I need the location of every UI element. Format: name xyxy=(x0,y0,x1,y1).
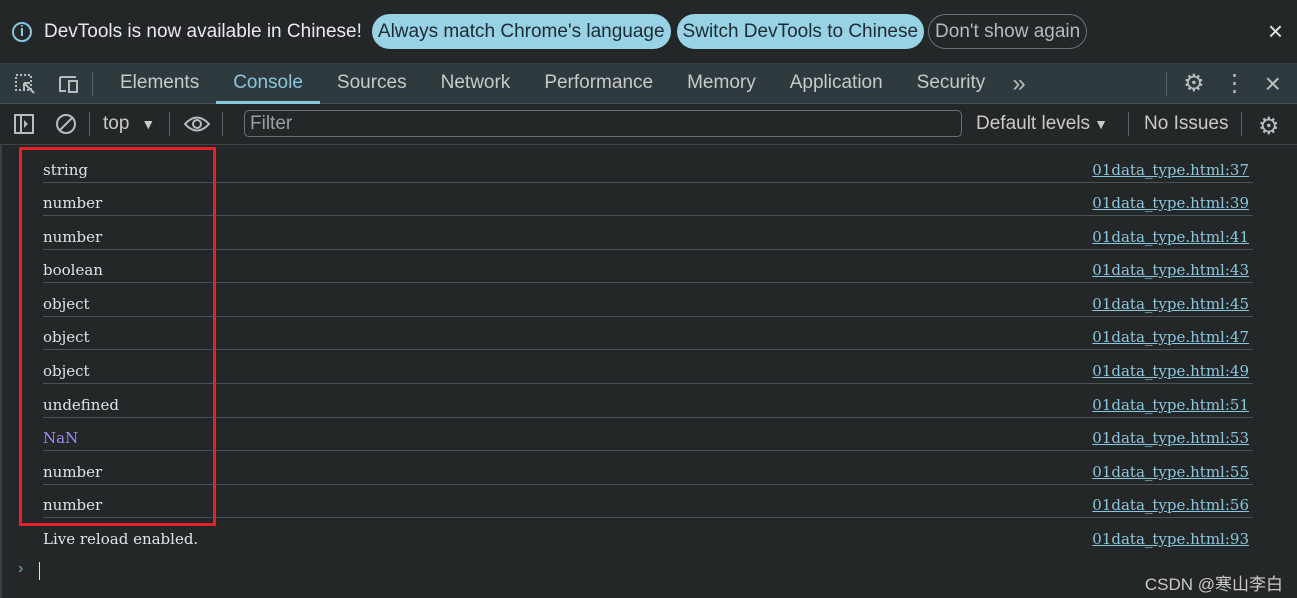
tab-sources[interactable]: Sources xyxy=(320,64,424,104)
sidebar-toggle-icon[interactable] xyxy=(13,113,35,135)
console-message-row: object 01data_type.html:47 xyxy=(43,317,1253,350)
console-message-text: number xyxy=(43,496,103,514)
console-input-caret[interactable] xyxy=(39,562,40,580)
console-message-text: Live reload enabled. xyxy=(43,530,199,548)
source-link[interactable]: 01data_type.html:45 xyxy=(1092,295,1249,313)
tab-memory[interactable]: Memory xyxy=(670,64,773,104)
watermark: CSDN @寒山李白 xyxy=(1144,575,1283,594)
source-link[interactable]: 01data_type.html:51 xyxy=(1092,396,1249,414)
console-message-text: number xyxy=(43,228,103,246)
info-icon: i xyxy=(12,21,32,42)
context-selector-value: top xyxy=(103,113,130,134)
console-message-text: object xyxy=(43,295,90,313)
console-message-row: number 01data_type.html:41 xyxy=(43,217,1253,250)
console-message-text: string xyxy=(43,161,88,179)
console-message-row: Live reload enabled. 01data_type.html:93 xyxy=(43,519,1253,552)
close-infobar-icon[interactable]: × xyxy=(1268,18,1283,44)
always-match-language-button[interactable]: Always match Chrome's language xyxy=(371,14,671,49)
console-message-text: undefined xyxy=(43,396,119,414)
divider xyxy=(169,112,171,136)
console-message-text: object xyxy=(43,362,90,380)
source-link[interactable]: 01data_type.html:49 xyxy=(1092,362,1249,380)
console-message-row: number 01data_type.html:39 xyxy=(43,183,1253,216)
tab-network[interactable]: Network xyxy=(424,64,528,104)
log-levels-dropdown[interactable]: Default levels ▼ xyxy=(976,113,1108,135)
console-message-text: number xyxy=(43,194,103,212)
divider xyxy=(92,71,93,96)
log-levels-value: Default levels xyxy=(976,113,1091,134)
infobar-message: DevTools is now available in Chinese! xyxy=(44,20,362,42)
devtools-tabbar: Elements Console Sources Network Perform… xyxy=(0,64,1297,104)
source-link[interactable]: 01data_type.html:41 xyxy=(1092,228,1249,246)
console-message-text: boolean xyxy=(43,261,103,279)
source-link[interactable]: 01data_type.html:37 xyxy=(1092,161,1249,179)
chevron-down-icon: ▼ xyxy=(141,116,156,132)
divider xyxy=(1166,71,1168,96)
console-message-row: object 01data_type.html:49 xyxy=(43,351,1253,384)
clear-console-icon[interactable] xyxy=(55,113,77,135)
source-link[interactable]: 01data_type.html:55 xyxy=(1092,463,1249,481)
divider xyxy=(89,112,90,136)
more-tabs-icon[interactable]: » xyxy=(1012,70,1025,98)
source-link[interactable]: 01data_type.html:43 xyxy=(1092,261,1249,279)
tab-elements[interactable]: Elements xyxy=(103,64,216,104)
context-selector[interactable]: top ▼ xyxy=(103,113,155,135)
console-message-row: object 01data_type.html:45 xyxy=(43,284,1253,317)
console-message-row: NaN 01data_type.html:53 xyxy=(43,418,1253,451)
live-expression-eye-icon[interactable] xyxy=(184,115,211,133)
console-message-text: number xyxy=(43,463,103,481)
console-message-row: undefined 01data_type.html:51 xyxy=(43,385,1253,418)
source-link[interactable]: 01data_type.html:47 xyxy=(1092,328,1249,346)
tab-performance[interactable]: Performance xyxy=(527,64,670,104)
settings-icon[interactable]: ⚙ xyxy=(1183,69,1205,98)
console-message-row: string 01data_type.html:37 xyxy=(43,150,1253,183)
console-toolbar: top ▼ Default levels ▼ No Issues ⚙ xyxy=(0,104,1297,145)
more-options-icon[interactable]: ⋮ xyxy=(1223,69,1247,98)
console-prompt-icon: › xyxy=(18,560,24,577)
console-settings-icon[interactable]: ⚙ xyxy=(1258,112,1280,141)
dont-show-again-button[interactable]: Don't show again xyxy=(928,14,1088,49)
source-link[interactable]: 01data_type.html:93 xyxy=(1092,530,1249,548)
divider xyxy=(1128,112,1129,136)
filter-input[interactable] xyxy=(244,110,962,137)
console-message-row: number 01data_type.html:55 xyxy=(43,452,1253,485)
chevron-down-icon: ▼ xyxy=(1094,116,1108,132)
console-output: string 01data_type.html:37number 01data_ty… xyxy=(0,145,1297,598)
divider xyxy=(1241,112,1242,136)
divider xyxy=(222,112,224,136)
inspect-element-icon[interactable] xyxy=(14,73,36,95)
issues-counter[interactable]: No Issues xyxy=(1144,113,1228,135)
source-link[interactable]: 01data_type.html:39 xyxy=(1092,194,1249,212)
console-message-text: object xyxy=(43,328,90,346)
console-message-row: number 01data_type.html:56 xyxy=(43,485,1253,518)
console-message-text: NaN xyxy=(43,429,79,447)
tab-security[interactable]: Security xyxy=(900,64,1003,104)
tab-console[interactable]: Console xyxy=(216,64,320,104)
divider xyxy=(0,145,2,598)
switch-to-chinese-button[interactable]: Switch DevTools to Chinese xyxy=(676,14,925,49)
close-devtools-icon[interactable]: × xyxy=(1265,68,1281,100)
console-message-row: boolean 01data_type.html:43 xyxy=(43,250,1253,283)
source-link[interactable]: 01data_type.html:56 xyxy=(1092,496,1249,514)
source-link[interactable]: 01data_type.html:53 xyxy=(1092,429,1249,447)
tab-application[interactable]: Application xyxy=(773,64,900,104)
device-toolbar-icon[interactable] xyxy=(56,74,80,94)
language-infobar: i DevTools is now available in Chinese! … xyxy=(0,0,1297,64)
